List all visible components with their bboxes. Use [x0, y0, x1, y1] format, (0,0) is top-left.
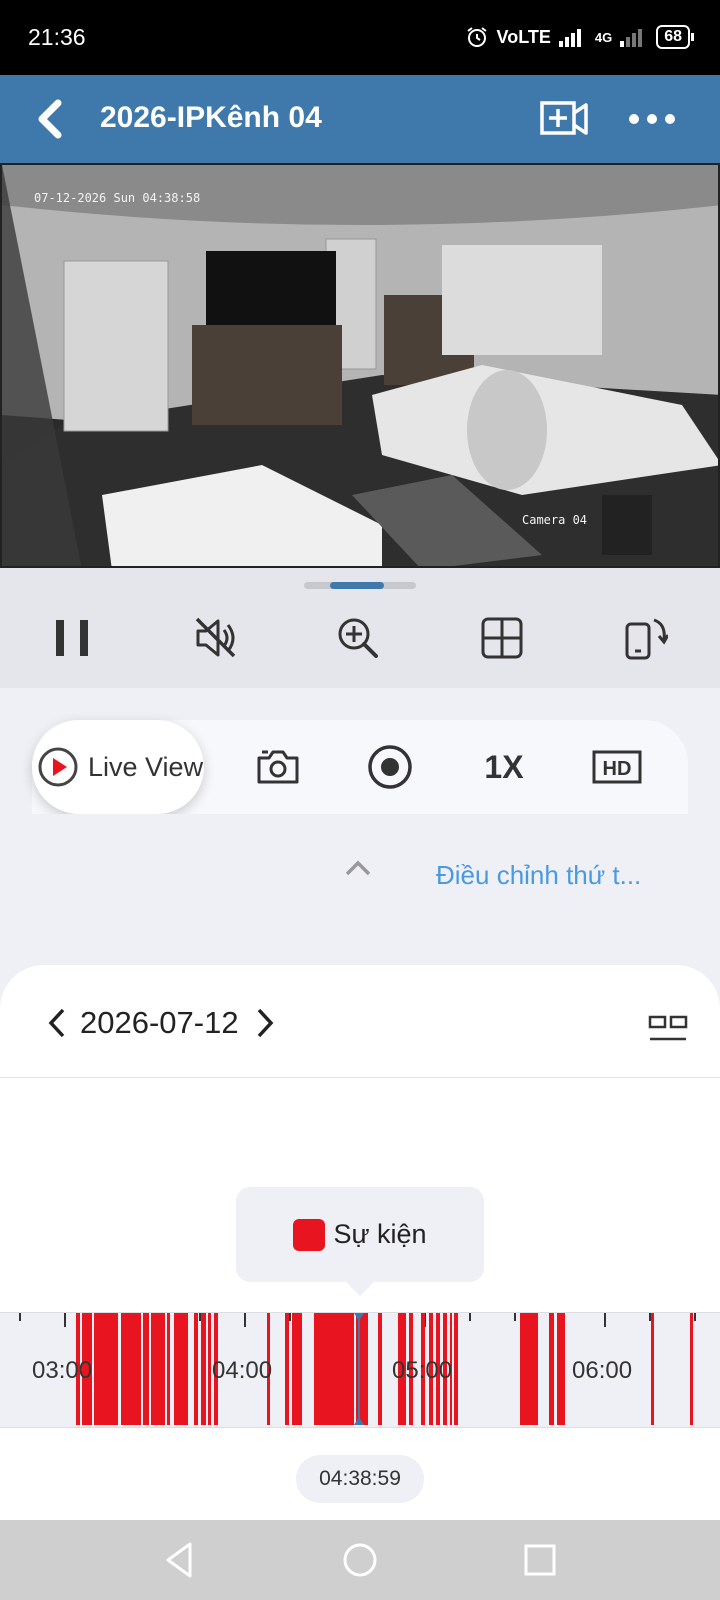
chevron-right-icon[interactable]	[252, 1007, 278, 1039]
nav-recents-button[interactable]	[518, 1538, 562, 1582]
play-circle-icon	[38, 747, 78, 787]
event-segment	[356, 1313, 368, 1425]
event-segment	[285, 1313, 289, 1425]
system-nav-bar	[0, 1520, 720, 1600]
split-view-icon[interactable]	[648, 1015, 688, 1043]
current-time-badge: 04:38:59	[296, 1455, 424, 1503]
event-segment	[557, 1313, 565, 1425]
back-triangle-icon	[166, 1542, 192, 1578]
alarm-icon	[466, 27, 487, 47]
battery-icon: 68	[656, 25, 694, 49]
timeline-label: 04:00	[212, 1357, 273, 1384]
event-segment	[549, 1313, 554, 1425]
event-segment	[208, 1313, 211, 1425]
record-button[interactable]	[366, 742, 414, 792]
data-type-label: 4G	[594, 29, 613, 45]
quality-button[interactable]: HD	[590, 742, 644, 792]
event-segment	[151, 1313, 165, 1425]
record-icon	[368, 745, 412, 789]
camera-label: Camera 04	[522, 513, 588, 527]
nav-home-button[interactable]	[338, 1538, 382, 1582]
drag-handle-indicator	[330, 582, 384, 589]
chevron-up-icon[interactable]	[344, 858, 372, 878]
nav-back-button[interactable]	[158, 1538, 202, 1582]
status-bar: 21:36 VoLTE 4G 68	[0, 0, 720, 75]
event-color-swatch	[293, 1218, 326, 1251]
mute-button[interactable]	[194, 616, 238, 660]
event-segment	[174, 1313, 188, 1425]
quality-label: HD	[603, 758, 632, 780]
event-segment	[454, 1313, 458, 1425]
playback-sheet: 2026-07-12 Sự kiện 03:00 04:00 05:00 06:…	[0, 965, 720, 1520]
event-segment	[143, 1313, 149, 1425]
timeline-label: 06:00	[572, 1357, 633, 1384]
timeline-scrubber[interactable]: 03:00 04:00 05:00 06:00	[0, 1312, 720, 1428]
event-segment	[378, 1313, 382, 1425]
timeline-label: 05:00	[392, 1357, 453, 1384]
drag-handle[interactable]	[304, 582, 416, 589]
app-header: 2026-IPKênh 04	[0, 75, 720, 163]
event-segment	[314, 1313, 354, 1425]
mute-icon	[195, 617, 236, 658]
camera-icon	[257, 750, 299, 784]
snapshot-button[interactable]	[254, 742, 302, 792]
event-segment	[194, 1313, 198, 1425]
event-legend-tooltip: Sự kiện	[236, 1187, 484, 1296]
home-circle-icon	[343, 1543, 377, 1577]
event-segment	[201, 1313, 206, 1425]
zoom-in-button[interactable]	[336, 616, 380, 660]
pause-button[interactable]	[50, 616, 94, 660]
speed-label: 1X	[484, 748, 524, 785]
video-add-icon	[540, 101, 588, 135]
adjust-order-row: Điều chỉnh thứ t...	[32, 814, 688, 935]
live-view-label: Live View	[88, 751, 204, 782]
event-segment	[520, 1313, 538, 1425]
signal-2-icon	[620, 29, 643, 47]
speed-button[interactable]: 1X	[474, 742, 534, 792]
grid-icon	[481, 617, 523, 659]
grid-layout-button[interactable]	[480, 616, 524, 660]
adjust-order-link[interactable]: Điều chỉnh thứ t...	[436, 860, 641, 891]
signal-icon	[558, 29, 581, 47]
event-segment	[167, 1313, 170, 1425]
event-segment	[651, 1313, 654, 1425]
video-player[interactable]: 07-12-2026 Sun 04:38:58 Camera 04	[0, 163, 720, 568]
camera-feed-image	[2, 165, 718, 566]
status-icons: VoLTE 4G 68	[465, 22, 694, 52]
timeline-label: 03:00	[32, 1357, 93, 1384]
date-label[interactable]: 2026-07-12	[80, 1005, 239, 1041]
volte-label: VoLTE	[496, 26, 551, 47]
date-selector: 2026-07-12	[0, 965, 720, 1078]
status-time: 21:36	[28, 24, 86, 50]
more-dots-icon	[629, 114, 675, 124]
rotate-screen-button[interactable]	[624, 616, 668, 660]
chevron-left-icon[interactable]	[44, 1007, 70, 1039]
event-segment	[121, 1313, 141, 1425]
more-options-button[interactable]	[626, 99, 678, 139]
page-title: 2026-IPKênh 04	[100, 101, 322, 134]
playback-actions-card: Live View 1X HD Điều chỉnh thứ t...	[32, 720, 688, 935]
rotate-screen-icon	[625, 618, 668, 660]
player-controls	[0, 568, 720, 688]
event-legend-label: Sự kiện	[333, 1219, 427, 1249]
pause-icon	[56, 620, 88, 656]
live-view-button[interactable]: Live View	[32, 720, 204, 814]
video-timestamp: 07-12-2026 Sun 04:38:58	[34, 191, 201, 205]
zoom-in-icon	[338, 618, 378, 658]
hd-icon: HD	[592, 750, 642, 784]
event-segment	[292, 1313, 302, 1425]
recents-square-icon	[524, 1544, 556, 1576]
add-recording-button[interactable]	[540, 97, 588, 141]
event-segment	[690, 1313, 693, 1425]
back-arrow-icon	[38, 99, 62, 139]
back-button[interactable]	[30, 97, 74, 141]
event-segment	[94, 1313, 118, 1425]
